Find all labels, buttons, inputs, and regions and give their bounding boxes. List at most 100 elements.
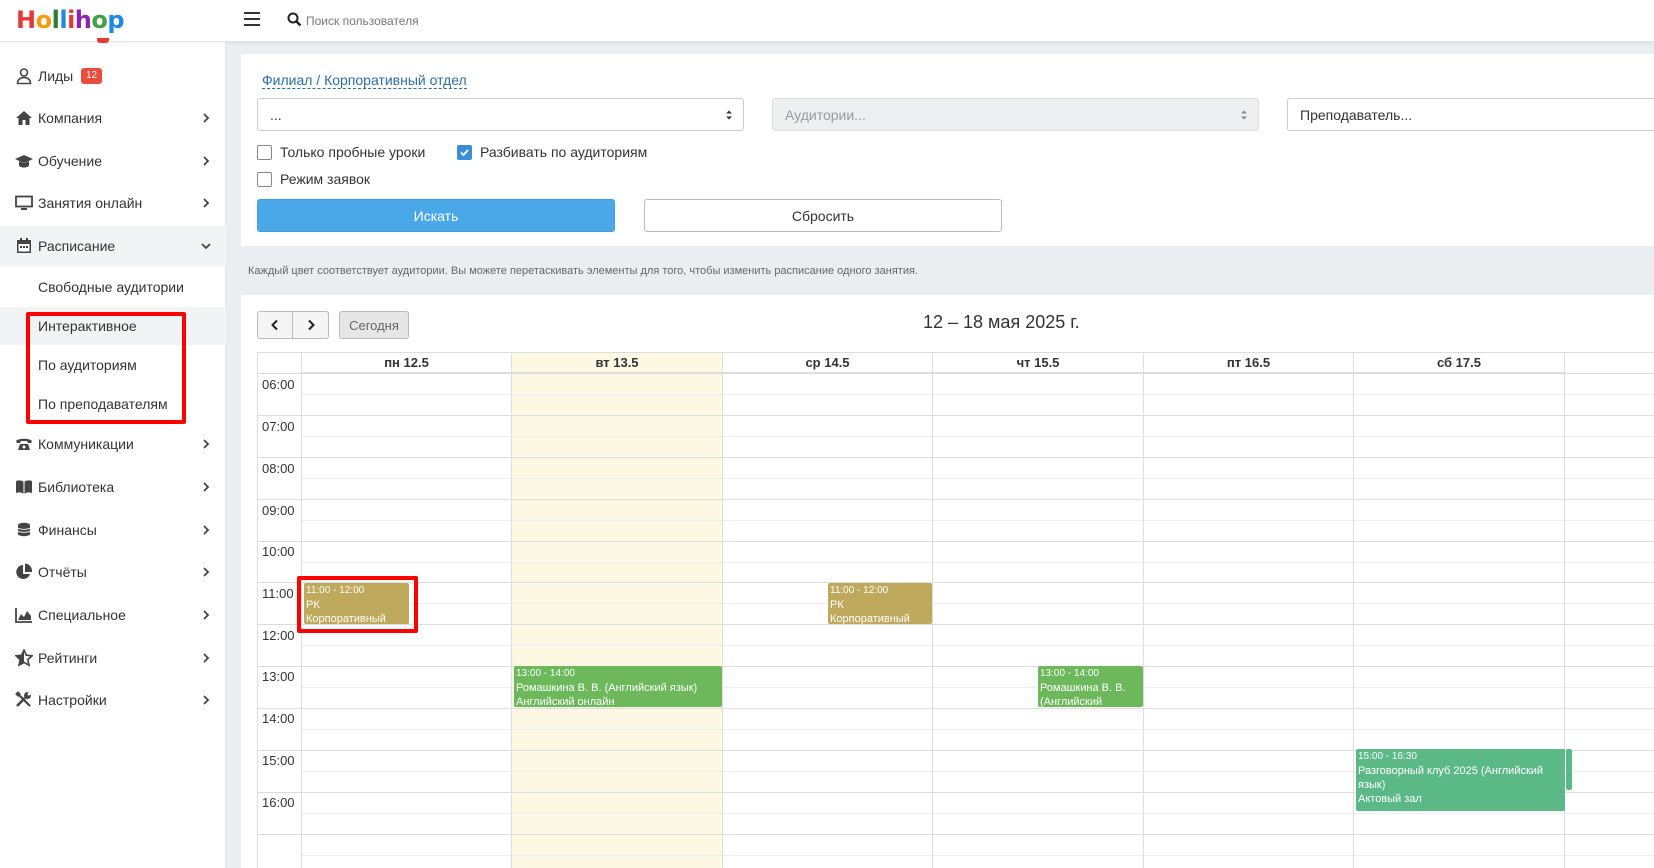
lesson-event-sat-15[interactable]: 15:00 - 16:30 Разговорный клуб 2025 (Анг… xyxy=(1356,749,1565,811)
event-time: 13:00 - 14:00 xyxy=(516,668,575,679)
day-header-fri: пт 16.5 xyxy=(1144,353,1354,373)
sidebar-item-schedule[interactable]: Расписание xyxy=(0,226,226,266)
branch-select[interactable]: ... xyxy=(257,98,744,131)
chevron-right-icon xyxy=(203,482,210,492)
lesson-event-sat-overflow[interactable] xyxy=(1566,749,1572,790)
rooms-select[interactable]: Аудитории... xyxy=(772,98,1259,131)
sidebar-item-finance[interactable]: Финансы xyxy=(0,510,226,550)
time-label: 14:00 xyxy=(262,711,295,726)
sidebar-item-label: Лиды xyxy=(38,68,74,84)
leads-count-badge: 12 xyxy=(81,68,103,84)
calendar-icon xyxy=(17,238,31,253)
time-label: 06:00 xyxy=(262,377,295,392)
day-header-thu: чт 15.5 xyxy=(933,353,1144,373)
reset-button[interactable]: Сбросить xyxy=(644,199,1002,232)
split-by-rooms-checkbox[interactable]: Разбивать по аудиториям xyxy=(457,144,647,160)
branch-filter-link[interactable]: Филиал / Корпоративный отдел xyxy=(262,72,467,89)
sidebar-subitem-label: Интерактивное xyxy=(38,318,137,334)
event-time: 11:00 - 12:00 xyxy=(830,585,889,596)
sidebar-item-label: Расписание xyxy=(38,238,116,254)
star-icon xyxy=(15,649,33,667)
rooms-select-placeholder: Аудитории... xyxy=(785,106,866,123)
prev-week-button[interactable] xyxy=(257,311,293,339)
lesson-event-wed-11[interactable]: 11:00 - 12:00 РК Корпоративный xyxy=(828,583,932,624)
sidebar-item-settings[interactable]: Настройки xyxy=(0,680,226,720)
time-label: 13:00 xyxy=(262,669,295,684)
week-calendar-grid: пн 12.5 вт 13.5 ср 14.5 чт 15.5 пт 16.5 … xyxy=(257,352,1654,868)
today-button[interactable]: Сегодня xyxy=(339,311,409,339)
monitor-icon xyxy=(15,195,33,210)
grid-line xyxy=(258,457,1654,458)
sidebar-subitem-by-teachers[interactable]: По преподавателям xyxy=(0,385,226,423)
event-room: Английский онлайн xyxy=(516,696,615,707)
event-time: 13:00 - 14:00 xyxy=(1040,668,1099,679)
grid-line xyxy=(258,834,1654,835)
sidebar-item-company[interactable]: Компания xyxy=(0,98,226,138)
sidebar-item-education[interactable]: Обучение xyxy=(0,141,226,181)
event-time: 11:00 - 12:00 xyxy=(306,585,365,596)
search-button[interactable]: Искать xyxy=(257,199,615,232)
grid-line xyxy=(258,666,1654,667)
checkbox-box[interactable] xyxy=(457,144,472,160)
next-week-button[interactable] xyxy=(292,311,329,339)
event-title: РК xyxy=(830,599,844,611)
requests-mode-checkbox[interactable]: Режим заявок xyxy=(257,171,370,187)
tools-icon xyxy=(15,691,31,707)
select-arrows-icon xyxy=(1241,110,1247,120)
time-label: 12:00 xyxy=(262,628,295,643)
grid-line xyxy=(302,436,1654,437)
event-time: 15:00 - 16:30 xyxy=(1358,751,1417,762)
requests-mode-label: Режим заявок xyxy=(280,171,371,187)
grid-line xyxy=(258,624,1654,625)
split-by-rooms-label: Разбивать по аудиториям xyxy=(480,144,648,160)
grid-line xyxy=(258,499,1654,500)
sidebar-subitem-label: Свободные аудитории xyxy=(38,279,184,295)
sidebar-item-label: Компания xyxy=(38,110,103,126)
drag-hint-text: Каждый цвет соответствует аудитории. Вы … xyxy=(248,265,918,277)
sidebar-item-special[interactable]: Специальное xyxy=(0,595,226,635)
grid-line xyxy=(258,373,1654,374)
sidebar-subitem-interactive[interactable]: Интерактивное xyxy=(0,307,226,345)
chevron-right-icon xyxy=(203,695,210,705)
event-room: Корпоративный xyxy=(306,613,386,624)
lesson-event-thu-13[interactable]: 13:00 - 14:00 Ромашкина В. В. (Английски… xyxy=(1038,666,1143,707)
user-search-input[interactable] xyxy=(306,10,606,32)
sidebar-item-ratings[interactable]: Рейтинги xyxy=(0,638,226,678)
today-column-highlight xyxy=(512,353,722,868)
sidebar-item-online-lessons[interactable]: Занятия онлайн xyxy=(0,183,226,223)
area-chart-icon xyxy=(15,608,32,623)
menu-toggle-icon[interactable] xyxy=(244,12,260,26)
grid-line xyxy=(258,708,1654,709)
checkbox-box[interactable] xyxy=(257,144,272,160)
grid-line xyxy=(302,562,1654,563)
grid-line xyxy=(722,353,723,868)
sidebar-item-leads[interactable]: Лиды xyxy=(0,56,226,96)
sidebar-subitem-by-rooms[interactable]: По аудиториям xyxy=(0,346,226,384)
sidebar-subitem-free-rooms[interactable]: Свободные аудитории xyxy=(0,268,226,306)
top-bar: Hollihop xyxy=(0,0,1654,42)
time-label: 16:00 xyxy=(262,795,295,810)
calendar-title: 12 – 18 мая 2025 г. xyxy=(923,312,1080,332)
chevron-right-icon xyxy=(203,113,210,123)
sidebar-item-library[interactable]: Библиотека xyxy=(0,467,226,507)
time-label: 08:00 xyxy=(262,461,295,476)
sidebar-item-label: Настройки xyxy=(38,692,107,708)
lesson-event-tue-13[interactable]: 13:00 - 14:00 Ромашкина В. В. (Английски… xyxy=(514,666,722,707)
logo-notification-mark xyxy=(97,38,109,43)
checkbox-box[interactable] xyxy=(257,171,272,187)
sidebar-item-reports[interactable]: Отчёты xyxy=(0,552,226,592)
hollihop-logo[interactable]: Hollihop xyxy=(16,6,125,34)
only-trial-checkbox[interactable]: Только пробные уроки xyxy=(257,144,425,160)
sidebar-item-communications[interactable]: Коммуникации xyxy=(0,424,226,464)
user-icon xyxy=(16,68,32,85)
sidebar-item-label: Рейтинги xyxy=(38,650,98,666)
time-label: 11:00 xyxy=(262,586,294,601)
search-icon xyxy=(287,12,302,27)
sidebar-item-label: Отчёты xyxy=(38,564,87,580)
grid-line xyxy=(302,645,1654,646)
lesson-event-mon-11[interactable]: 11:00 - 12:00 РК Корпоративный xyxy=(304,583,409,624)
chevron-right-icon xyxy=(203,156,210,166)
sidebar-item-label: Специальное xyxy=(38,607,126,623)
chevron-left-icon xyxy=(271,319,278,331)
teacher-select[interactable]: Преподаватель... xyxy=(1287,98,1654,131)
